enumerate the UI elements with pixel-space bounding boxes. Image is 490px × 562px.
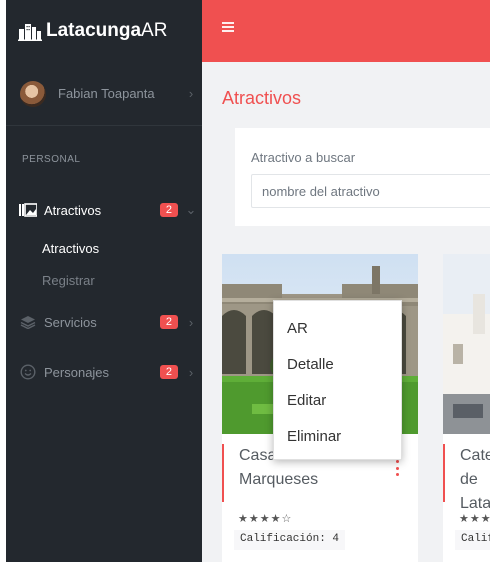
attraction-photo [443, 254, 490, 434]
count-badge: 2 [159, 315, 178, 329]
gallery-icon [18, 202, 38, 218]
chevron-right-icon: › [188, 314, 194, 330]
brand[interactable]: Latacunga AR [6, 0, 202, 62]
sidebar-item-atractivos[interactable]: Atractivos 2 ⌄ [6, 188, 202, 232]
count-badge: 2 [159, 365, 178, 379]
sidebar-subitem-registrar[interactable]: Registrar [6, 264, 202, 296]
brand-suffix: AR [141, 20, 168, 41]
more-options-icon[interactable] [396, 460, 400, 476]
user-name: Fabian Toapanta [58, 86, 155, 101]
star-rating: ★★★ [459, 513, 490, 525]
layers-icon [18, 314, 38, 330]
city-buildings-icon [18, 24, 42, 41]
chevron-down-icon: ⌄ [185, 202, 197, 217]
search-panel: Atractivo a buscar [235, 128, 490, 226]
card-context-menu: AR Detalle Editar Eliminar [273, 300, 402, 460]
rating-label: Calificación: 4 [234, 530, 346, 550]
rating-label: Calificación [455, 530, 490, 550]
search-label: Atractivo a buscar [251, 150, 356, 165]
top-bar [202, 0, 490, 62]
user-profile[interactable]: Fabian Toapanta › [6, 62, 202, 126]
menu-item-editar[interactable]: Editar [274, 382, 401, 418]
sidebar-item-label: Servicios [44, 314, 97, 330]
card-title: Catedral de Latacunga [460, 447, 490, 512]
sidebar-subitem-atractivos[interactable]: Atractivos [6, 232, 202, 264]
card-title-block: Catedral de Latacunga [443, 444, 490, 512]
sidebar-item-label: Personajes [44, 364, 110, 380]
menu-item-detalle[interactable]: Detalle [274, 346, 401, 382]
chevron-right-icon: › [188, 86, 194, 101]
count-badge: 2 [159, 203, 178, 217]
brand-name: Latacunga [46, 20, 142, 41]
menu-item-ar[interactable]: AR [274, 310, 401, 346]
star-rating: ★★★★☆ [238, 513, 293, 525]
sidebar-item-personajes[interactable]: Personajes 2 › [6, 348, 202, 396]
smile-icon [18, 364, 38, 380]
avatar [20, 80, 46, 107]
sidebar: Latacunga AR Fabian Toapanta › PERSONAL A… [6, 0, 202, 562]
chevron-right-icon: › [188, 364, 194, 380]
search-input[interactable] [251, 174, 490, 208]
sidebar-item-servicios[interactable]: Servicios 2 › [6, 296, 202, 348]
menu-item-eliminar[interactable]: Eliminar [274, 418, 401, 454]
sidebar-item-label: Atractivos [44, 202, 102, 218]
attraction-card[interactable]: Catedral de Latacunga ★★★ Calificación [443, 254, 490, 562]
page-title: Atractivos [222, 88, 302, 108]
hamburger-icon[interactable] [222, 22, 234, 32]
sidebar-section-title: PERSONAL [22, 154, 81, 165]
